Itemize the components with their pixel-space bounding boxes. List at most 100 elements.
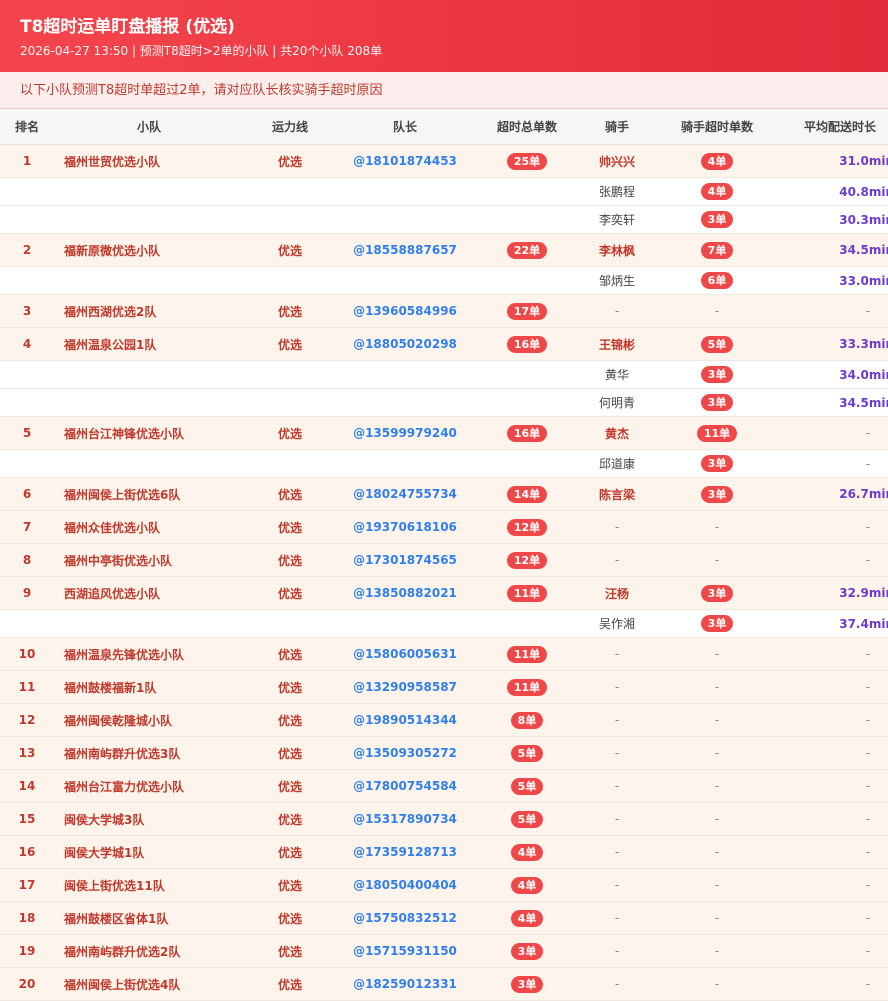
leader-mention[interactable]: @18101874453 [336, 144, 474, 178]
rider-count-cell-badge: 3单 [700, 366, 734, 383]
team-name: 福新原微优选小队 [54, 233, 244, 267]
rider-count-cell: - [654, 294, 780, 328]
empty-cell [336, 609, 474, 638]
leader-mention[interactable]: @19370618106 [336, 510, 474, 544]
avg-time-cell: 33.3min [780, 327, 888, 361]
total-cell-badge: 4单 [510, 843, 544, 861]
leader-mention[interactable]: @15317890734 [336, 802, 474, 836]
rider-sub-row: 邱道康 3单 - [0, 449, 888, 478]
rank-cell: 15 [0, 802, 54, 836]
rider-name: - [580, 769, 654, 803]
rider-count-cell: - [654, 510, 780, 544]
rider-count-cell: 3单 [654, 205, 780, 234]
team-name: 福州闽侯上街优选6队 [54, 477, 244, 511]
rider-name: - [580, 703, 654, 737]
total-cell-badge: 11单 [506, 645, 548, 663]
leader-mention[interactable]: @17301874565 [336, 543, 474, 577]
leader-mention[interactable]: @18558887657 [336, 233, 474, 267]
empty-cell [474, 177, 580, 206]
avg-time-cell: - [780, 703, 888, 737]
line-cell: 优选 [244, 967, 336, 1001]
team-name: 福州南屿群升优选2队 [54, 934, 244, 968]
empty-cell [0, 388, 54, 417]
total-cell: 12单 [474, 543, 580, 577]
rider-count-cell: 4单 [654, 144, 780, 178]
rider-name: 张鹏程 [580, 177, 654, 206]
rider-count-cell: 3单 [654, 449, 780, 478]
col-avg: 平均配送时长 [780, 109, 888, 145]
line-cell: 优选 [244, 868, 336, 902]
empty-cell [54, 177, 244, 206]
rider-count-cell: 4单 [654, 177, 780, 206]
team-name: 闽侯大学城1队 [54, 835, 244, 869]
empty-cell [54, 266, 244, 295]
total-cell-badge: 5单 [510, 777, 544, 795]
leader-mention[interactable]: @19890514344 [336, 703, 474, 737]
leader-mention[interactable]: @17359128713 [336, 835, 474, 869]
team-row: 3 福州西湖优选2队 优选 @13960584996 17单 - - - [0, 294, 888, 328]
leader-mention[interactable]: @17800754584 [336, 769, 474, 803]
rider-count-cell-badge: 3单 [700, 211, 734, 228]
leader-mention[interactable]: @18805020298 [336, 327, 474, 361]
avg-time-cell: 32.9min [780, 576, 888, 610]
avg-time-cell: 37.4min [780, 609, 888, 638]
team-row: 13 福州南屿群升优选3队 优选 @13509305272 5单 - - - [0, 736, 888, 770]
leader-mention[interactable]: @13850882021 [336, 576, 474, 610]
total-cell: 22单 [474, 233, 580, 267]
rider-count-cell: 3单 [654, 576, 780, 610]
leader-mention[interactable]: @13290958587 [336, 670, 474, 704]
rider-count-cell: - [654, 769, 780, 803]
team-name: 福州世贸优选小队 [54, 144, 244, 178]
total-cell-badge: 14单 [506, 485, 548, 503]
team-row: 6福州闽侯上街优选6队优选@18024755734 14单 陈言梁 3单 26.7min [0, 477, 888, 511]
empty-cell [54, 609, 244, 638]
leader-mention[interactable]: @18259012331 [336, 967, 474, 1001]
leader-mention[interactable]: @13599979240 [336, 416, 474, 450]
leader-mention[interactable]: @18050400404 [336, 868, 474, 902]
team-name: 闽侯大学城3队 [54, 802, 244, 836]
team-row: 1福州世贸优选小队优选@18101874453 25单 帅兴兴 4单 31.0min [0, 144, 888, 178]
leader-mention[interactable]: @18024755734 [336, 477, 474, 511]
rider-count-cell: - [654, 736, 780, 770]
leader-mention[interactable]: @13509305272 [336, 736, 474, 770]
rank-cell: 12 [0, 703, 54, 737]
rider-name: 黄华 [580, 360, 654, 389]
rider-count-cell: - [654, 670, 780, 704]
total-cell: 3单 [474, 967, 580, 1001]
avg-time-cell: - [780, 835, 888, 869]
col-leader: 队长 [336, 109, 474, 145]
leader-mention[interactable]: @15750832512 [336, 901, 474, 935]
total-cell-badge: 16单 [506, 424, 548, 442]
rank-cell: 7 [0, 510, 54, 544]
rider-count-cell: 5单 [654, 327, 780, 361]
rider-count-cell-badge: 4单 [700, 152, 734, 170]
avg-time-cell: - [780, 449, 888, 478]
total-cell: 11单 [474, 637, 580, 671]
total-cell-badge: 4单 [510, 909, 544, 927]
total-cell: 5单 [474, 769, 580, 803]
total-cell: 4单 [474, 868, 580, 902]
total-cell: 17单 [474, 294, 580, 328]
rider-count-cell-badge: 4单 [700, 183, 734, 200]
rider-name: - [580, 736, 654, 770]
rank-cell: 11 [0, 670, 54, 704]
empty-cell [244, 360, 336, 389]
avg-time-cell: - [780, 736, 888, 770]
line-cell: 优选 [244, 510, 336, 544]
leader-mention[interactable]: @15715931150 [336, 934, 474, 968]
team-row: 16 闽侯大学城1队 优选 @17359128713 4单 - - - [0, 835, 888, 869]
line-cell: 优选 [244, 769, 336, 803]
total-cell-badge: 17单 [506, 302, 548, 320]
total-cell: 3单 [474, 934, 580, 968]
rider-count-cell-badge: 3单 [700, 584, 734, 602]
leader-mention[interactable]: @13960584996 [336, 294, 474, 328]
rider-name: - [580, 670, 654, 704]
rider-name: 李奕轩 [580, 205, 654, 234]
rider-sub-row: 吴作湘 3单 37.4min [0, 609, 888, 638]
line-cell: 优选 [244, 670, 336, 704]
rank-cell: 5 [0, 416, 54, 450]
line-cell: 优选 [244, 934, 336, 968]
avg-time-cell: - [780, 868, 888, 902]
rider-sub-row: 何明青 3单 34.5min [0, 388, 888, 417]
leader-mention[interactable]: @15806005631 [336, 637, 474, 671]
